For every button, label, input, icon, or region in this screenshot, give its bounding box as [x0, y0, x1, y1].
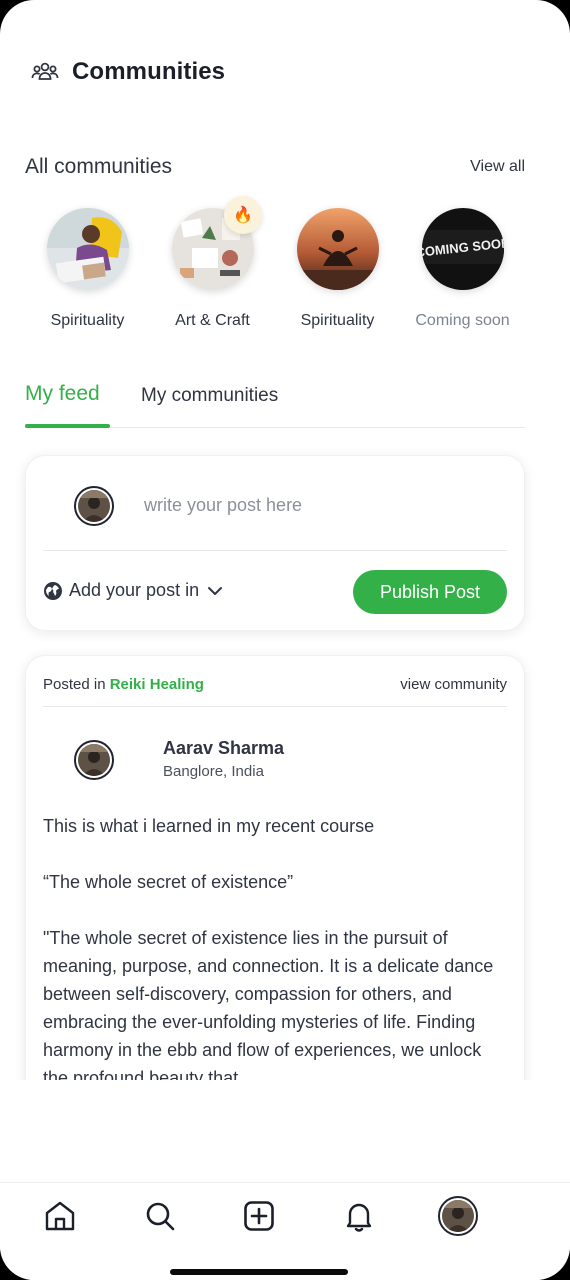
view-all-link[interactable]: View all	[470, 158, 525, 176]
posted-in: Posted in Reiki Healing	[43, 676, 204, 693]
post-body: This is what i learned in my recent cour…	[43, 812, 507, 1095]
scroll-clip-area	[0, 1080, 570, 1182]
post-community-link[interactable]: Reiki Healing	[110, 676, 204, 693]
post-paragraph: "The whole secret of existence lies in t…	[43, 928, 494, 1088]
chevron-down-icon	[208, 586, 223, 595]
community-thumbnail: COMING SOON	[421, 208, 504, 290]
post-divider	[43, 706, 507, 707]
community-thumbnail	[296, 208, 379, 290]
feed-tabs: My feed My communities	[25, 378, 525, 428]
community-label: Spirituality	[300, 312, 375, 329]
user-avatar	[74, 486, 114, 526]
author-location: Banglore, India	[163, 763, 264, 780]
tab-my-feed[interactable]: My feed	[25, 382, 100, 406]
add-post-in-selector[interactable]: Add your post in	[43, 580, 229, 601]
page-title: Communities	[72, 58, 226, 85]
app-screen: Communities All communities View all Spi…	[0, 0, 570, 1280]
section-title: All communities	[25, 155, 173, 178]
community-label: Spirituality	[50, 312, 125, 329]
bottom-navigation	[0, 1182, 570, 1280]
trending-fire-badge: 🔥	[224, 196, 262, 234]
add-post-icon[interactable]	[242, 1199, 276, 1233]
author-avatar[interactable]	[74, 740, 114, 780]
people-group-icon	[31, 62, 59, 80]
posted-in-prefix: Posted in	[43, 676, 106, 693]
post-paragraph: “The whole secret of existence”	[43, 872, 294, 892]
community-thumbnail	[46, 208, 129, 290]
search-icon[interactable]	[143, 1199, 177, 1233]
post-composer: Add your post in Publish Post	[25, 455, 525, 631]
home-icon[interactable]	[43, 1199, 77, 1233]
active-tab-indicator	[25, 424, 110, 428]
add-post-in-label: Add your post in	[69, 580, 200, 600]
globe-icon	[44, 581, 62, 600]
profile-avatar[interactable]	[438, 1196, 478, 1236]
publish-post-button[interactable]: Publish Post	[353, 570, 507, 614]
composer-divider	[43, 550, 507, 551]
community-label: Art & Craft	[175, 312, 250, 329]
community-item[interactable]: 🔥 Art & Craft	[150, 196, 275, 338]
view-community-link[interactable]: view community	[400, 676, 507, 693]
post-paragraph: This is what i learned in my recent cour…	[43, 816, 375, 836]
community-label: Coming soon	[415, 312, 510, 329]
all-communities-header: All communities View all	[25, 152, 525, 182]
home-indicator[interactable]	[170, 1269, 348, 1275]
communities-carousel: Spirituality 🔥 Art & Craft Spirituality …	[25, 196, 525, 338]
community-item[interactable]: COMING SOON Coming soon	[400, 208, 525, 338]
community-item[interactable]: Spirituality	[25, 208, 150, 338]
page-header: Communities	[30, 56, 225, 88]
tab-my-communities[interactable]: My communities	[141, 385, 278, 407]
post-input[interactable]	[144, 492, 484, 518]
author-name[interactable]: Aarav Sharma	[163, 738, 284, 759]
bell-icon[interactable]	[342, 1199, 376, 1233]
feed-post: Posted in Reiki Healing view community A…	[25, 655, 525, 1095]
community-item[interactable]: Spirituality	[275, 208, 400, 338]
